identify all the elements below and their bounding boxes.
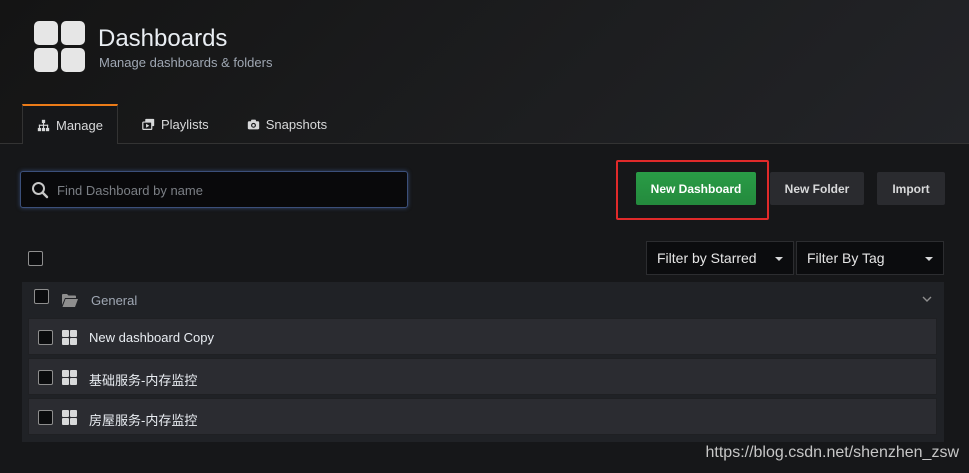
- dashboard-checkbox[interactable]: [38, 410, 53, 425]
- new-folder-button[interactable]: New Folder: [770, 172, 864, 205]
- dashboard-grid-icon: [62, 370, 77, 385]
- page-title: Dashboards: [98, 25, 228, 52]
- chevron-down-icon[interactable]: [922, 294, 932, 304]
- search-input[interactable]: [57, 180, 397, 200]
- dashboards-logo-icon: [34, 21, 86, 73]
- tab-playlists[interactable]: Playlists: [128, 104, 223, 144]
- sitemap-icon: [37, 119, 50, 131]
- tab-bar: Manage Playlists Snapshots: [22, 104, 341, 144]
- camera-icon: [247, 119, 259, 129]
- search-icon: [32, 182, 49, 199]
- dashboard-title: 房屋服务-内存监控: [89, 413, 198, 428]
- folder-header[interactable]: General: [22, 282, 944, 318]
- caret-down-icon: [775, 257, 783, 261]
- dashboard-row[interactable]: 房屋服务-内存监控: [28, 398, 937, 435]
- folder-open-icon: [62, 294, 78, 307]
- filter-tag-label: Filter By Tag: [807, 250, 885, 266]
- filter-starred-label: Filter by Starred: [657, 250, 757, 266]
- tab-manage-label: Manage: [56, 117, 103, 133]
- filter-tag-select[interactable]: Filter By Tag: [796, 241, 944, 275]
- dashboard-grid-icon: [62, 330, 77, 345]
- dashboard-title: New dashboard Copy: [89, 330, 215, 345]
- tab-snapshots[interactable]: Snapshots: [233, 104, 341, 144]
- dashboard-title: 基础服务-内存监控: [89, 373, 198, 388]
- folder-checkbox[interactable]: [34, 289, 49, 304]
- tab-playlists-label: Playlists: [161, 116, 209, 132]
- import-button[interactable]: Import: [877, 172, 945, 205]
- dashboard-checkbox[interactable]: [38, 370, 53, 385]
- select-all-checkbox[interactable]: [28, 251, 43, 266]
- watermark-text: https://blog.csdn.net/shenzhen_zsw: [705, 444, 960, 461]
- new-dashboard-button[interactable]: New Dashboard: [636, 172, 756, 205]
- page-subtitle: Manage dashboards & folders: [99, 55, 273, 70]
- dashboard-checkbox[interactable]: [38, 330, 53, 345]
- tab-snapshots-label: Snapshots: [265, 116, 328, 132]
- folder-name: General: [91, 293, 138, 308]
- dashboard-row[interactable]: New dashboard Copy: [28, 318, 937, 355]
- folder-section: General New dashboard Copy 基础服务-内存监控 房屋服…: [22, 282, 944, 442]
- dashboard-row[interactable]: 基础服务-内存监控: [28, 358, 937, 395]
- caret-down-icon: [925, 257, 933, 261]
- filter-starred-select[interactable]: Filter by Starred: [646, 241, 794, 275]
- dashboard-grid-icon: [62, 410, 77, 425]
- page-header: Dashboards Manage dashboards & folders M…: [0, 0, 969, 144]
- tab-manage[interactable]: Manage: [22, 104, 118, 144]
- playlist-icon: [142, 118, 155, 130]
- search-box: [20, 171, 408, 208]
